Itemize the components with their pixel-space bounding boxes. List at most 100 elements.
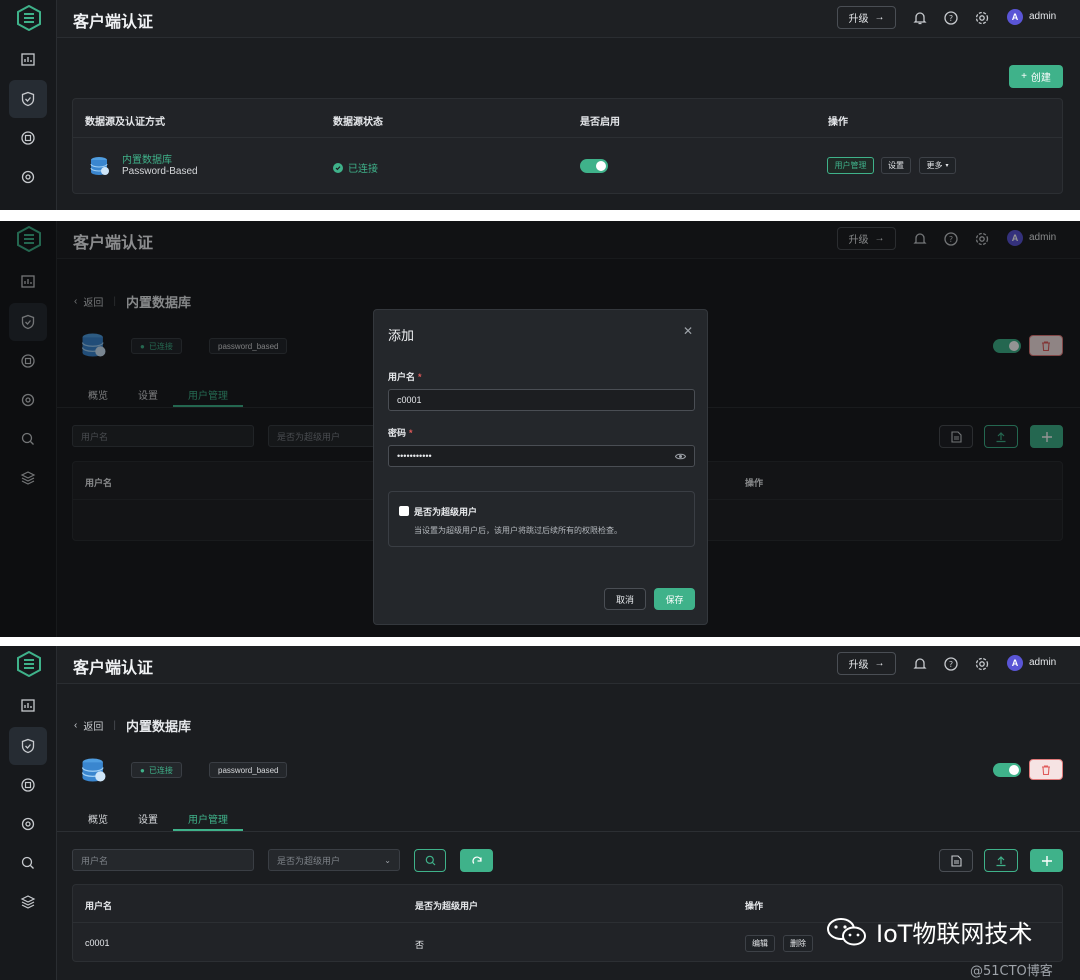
wechat-icon xyxy=(827,917,866,945)
status-badge: 已连接 xyxy=(333,160,378,175)
enable-toggle[interactable] xyxy=(580,159,608,173)
search-analysis-icon xyxy=(21,856,34,869)
close-icon[interactable]: ✕ xyxy=(683,324,693,338)
cell-superuser: 否 xyxy=(415,940,425,950)
password-value: ••••••••••• xyxy=(397,451,432,461)
username-filter-input[interactable]: 用户名 xyxy=(72,849,254,871)
back-link[interactable]: 返回 xyxy=(83,718,103,733)
sidebar-item-security[interactable] xyxy=(9,80,47,118)
sidebar-item-dashboard[interactable] xyxy=(9,41,47,79)
bell-icon[interactable] xyxy=(912,656,928,672)
column-header-actions: 操作 xyxy=(828,117,848,128)
password-field[interactable]: ••••••••••• xyxy=(388,445,695,467)
method-badge: password_based xyxy=(209,762,288,778)
status-text: 已连接 xyxy=(148,765,173,775)
sidebar-item-diagnose[interactable] xyxy=(9,844,47,882)
sidebar-item-dashboard[interactable] xyxy=(9,687,47,725)
sidebar-item-extensions[interactable] xyxy=(9,883,47,921)
tab-overview[interactable]: 概览 xyxy=(88,811,108,826)
plugin-icon xyxy=(21,131,35,145)
save-button[interactable]: 保存 xyxy=(654,588,695,610)
divider xyxy=(57,831,1080,832)
superuser-checkbox[interactable] xyxy=(399,506,409,516)
search-icon xyxy=(425,855,435,866)
upload-button[interactable] xyxy=(984,849,1018,872)
upgrade-button[interactable]: 升级 → xyxy=(837,652,896,675)
shield-icon xyxy=(21,91,35,107)
user-name[interactable]: admin xyxy=(1029,657,1056,668)
required-mark: * xyxy=(418,372,422,382)
username-label-text: 用户名 xyxy=(388,372,416,382)
auth-table: 数据源及认证方式 数据源状态 是否启用 操作 内置数据库 Password-Ba… xyxy=(72,98,1063,194)
cancel-button[interactable]: 取消 xyxy=(604,588,646,610)
create-button[interactable]: + 创建 xyxy=(1009,65,1063,88)
screen-list-view: 客户端认证 升级 → ? A admin + 创建 数据源及认证方式 数据源状态 是… xyxy=(0,0,1080,210)
superuser-label: 是否为超级用户 xyxy=(414,507,478,517)
check-icon xyxy=(333,162,343,173)
upgrade-label: 升级 xyxy=(848,660,869,671)
chevron-down-icon: ⌄ xyxy=(384,855,391,865)
avatar[interactable]: A xyxy=(1007,655,1023,671)
sidebar-item-security[interactable] xyxy=(9,727,47,765)
caret-down-icon: ▾ xyxy=(945,163,949,169)
gear-icon[interactable] xyxy=(974,10,990,26)
delete-row-button[interactable]: 删除 xyxy=(783,935,813,952)
upgrade-label: 升级 xyxy=(848,14,869,25)
page-title: 客户端认证 xyxy=(73,14,154,31)
sidebar-item-plugins[interactable] xyxy=(9,119,47,157)
import-button[interactable] xyxy=(939,849,973,872)
database-icon xyxy=(81,758,106,782)
screen-user-management: 客户端认证 升级 → ? A admin ‹ 返回 | 内置数据库 ● 已连接 pa… xyxy=(0,646,1080,980)
logo-icon[interactable] xyxy=(16,5,42,31)
source-link[interactable]: 内置数据库 xyxy=(122,151,172,166)
delete-button[interactable] xyxy=(1029,759,1063,780)
search-button[interactable] xyxy=(414,849,446,872)
auth-method: Password-Based xyxy=(122,166,198,177)
bell-icon[interactable] xyxy=(912,10,928,26)
check-icon: ● xyxy=(140,765,145,775)
sidebar-item-plugins[interactable] xyxy=(9,766,47,804)
watermark: IoT物联网技术 xyxy=(826,914,1032,949)
superuser-hint: 当设置为超级用户后，该用户将跳过后续所有的权限检查。 xyxy=(414,526,622,535)
dashboard-icon xyxy=(21,53,35,66)
user-name[interactable]: admin xyxy=(1029,11,1056,22)
add-user-button[interactable] xyxy=(1030,849,1063,872)
svg-text:?: ? xyxy=(949,14,953,23)
sidebar xyxy=(0,646,57,980)
edit-button[interactable]: 编辑 xyxy=(745,935,775,952)
required-mark: * xyxy=(409,428,413,438)
refresh-button[interactable] xyxy=(460,849,493,872)
enable-toggle[interactable] xyxy=(993,763,1021,777)
svg-text:?: ? xyxy=(949,660,953,669)
plus-icon xyxy=(1041,855,1052,866)
plugin-icon xyxy=(21,778,35,792)
help-icon[interactable]: ? xyxy=(943,10,959,26)
more-dropdown[interactable]: 更多 ▾ xyxy=(919,157,956,174)
settings-button[interactable]: 设置 xyxy=(881,157,911,174)
help-icon[interactable]: ? xyxy=(943,656,959,672)
gear-icon[interactable] xyxy=(974,656,990,672)
logo-icon[interactable] xyxy=(16,651,42,677)
chevron-left-icon[interactable]: ‹ xyxy=(74,720,77,731)
username-field[interactable]: c0001 xyxy=(388,389,695,411)
plus-icon: + xyxy=(1021,71,1027,82)
password-label: 密码 * xyxy=(388,426,413,439)
user-management-button[interactable]: 用户管理 xyxy=(827,157,874,174)
tab-user-management[interactable]: 用户管理 xyxy=(188,811,228,826)
shield-icon xyxy=(21,738,35,754)
sidebar-item-management[interactable] xyxy=(9,158,47,196)
superuser-filter-select[interactable]: 是否为超级用户 ⌄ xyxy=(268,849,400,871)
avatar[interactable]: A xyxy=(1007,9,1023,25)
sidebar-item-management[interactable] xyxy=(9,805,47,843)
sidebar xyxy=(0,0,57,210)
refresh-icon xyxy=(471,856,482,864)
add-user-dialog: 添加 ✕ 用户名 * c0001 密码 * ••••••••••• 是否为超级用户 … xyxy=(373,309,708,625)
column-header-actions: 操作 xyxy=(745,901,764,911)
upgrade-button[interactable]: 升级 → xyxy=(837,6,896,29)
cell-username: c0001 xyxy=(85,938,110,948)
tab-settings[interactable]: 设置 xyxy=(138,811,158,826)
database-icon xyxy=(90,157,109,175)
upload-icon xyxy=(996,855,1006,866)
divider xyxy=(73,137,1062,138)
eye-icon[interactable] xyxy=(675,452,686,461)
